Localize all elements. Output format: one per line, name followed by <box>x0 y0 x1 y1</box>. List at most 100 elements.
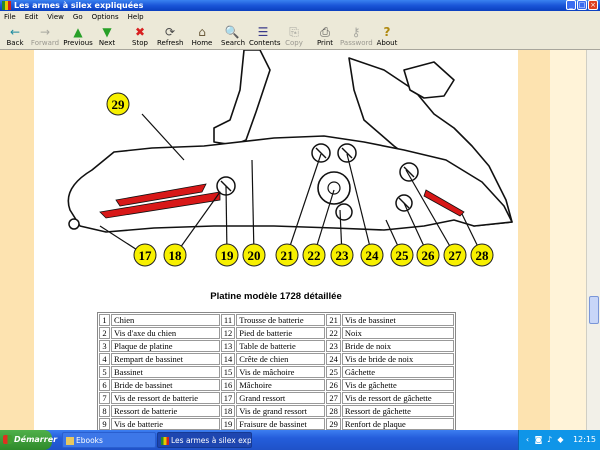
table-row: 6 Bride de bassinet 16 Mâchoire 26 Vis de gâc… <box>99 379 454 391</box>
part-number: 28 <box>326 405 341 417</box>
part-name: Bassinet <box>111 366 220 378</box>
page-margin-right-outer <box>550 50 586 430</box>
callout-27: 27 <box>443 243 467 267</box>
taskbar: Démarrer Ebooks Les armes à silex expl..… <box>0 430 600 450</box>
flintlock-diagram: 29 17 18 19 20 21 22 23 24 25 26 27 28 <box>67 50 513 267</box>
contents-button[interactable]: ☰ Contents <box>249 25 281 49</box>
part-name: Grand ressort <box>236 392 326 404</box>
tray-expand-icon[interactable]: ‹ <box>523 435 532 444</box>
callout-25: 25 <box>390 243 414 267</box>
copy-button[interactable]: ⎘ Copy <box>284 25 304 49</box>
menu-edit[interactable]: Edit <box>21 11 44 23</box>
toolbar: ← Back → Forward ▲ Previous ▼ Next ✖ Sto… <box>0 23 600 50</box>
part-number: 13 <box>220 340 236 352</box>
part-number: 5 <box>99 366 110 378</box>
stop-icon: ✖ <box>134 25 146 39</box>
part-number: 16 <box>220 379 236 391</box>
svg-text:26: 26 <box>422 248 436 263</box>
svg-text:17: 17 <box>139 248 153 263</box>
refresh-icon: ⟳ <box>164 25 176 39</box>
part-name: Vis d'axe du chien <box>111 327 220 339</box>
part-number: 24 <box>326 353 341 365</box>
previous-button[interactable]: ▲ Previous <box>63 25 93 49</box>
home-button[interactable]: ⌂ Home <box>191 25 213 49</box>
svg-text:18: 18 <box>169 248 183 263</box>
svg-text:25: 25 <box>396 248 410 263</box>
start-button[interactable]: Démarrer <box>0 430 57 450</box>
contents-icon: ☰ <box>257 25 269 39</box>
network-icon[interactable]: ◙ <box>534 435 543 444</box>
page-margin-right <box>518 50 550 430</box>
title-bar: Les armes à silex expliquées _ □ × <box>0 0 600 11</box>
forward-arrow-icon: → <box>39 25 51 39</box>
part-name: Trousse de batterie <box>236 314 326 326</box>
forward-button[interactable]: → Forward <box>30 25 60 49</box>
part-name: Gâchette <box>341 366 454 378</box>
part-number: 6 <box>99 379 110 391</box>
scrollbar-thumb[interactable] <box>589 296 599 324</box>
security-icon[interactable]: ◆ <box>556 435 565 444</box>
part-number: 19 <box>220 418 236 430</box>
part-name: Vis de gâchette <box>341 379 454 391</box>
part-number: 26 <box>326 379 341 391</box>
callout-29: 29 <box>106 92 130 116</box>
part-name: Mâchoire <box>236 379 326 391</box>
callout-17: 17 <box>133 243 157 267</box>
part-number: 4 <box>99 353 110 365</box>
part-name: Noix <box>341 327 454 339</box>
menu-options[interactable]: Options <box>88 11 124 23</box>
callout-18: 18 <box>163 243 187 267</box>
part-name: Ressort de batterie <box>111 405 220 417</box>
svg-text:27: 27 <box>449 248 463 263</box>
svg-text:19: 19 <box>221 248 235 263</box>
part-number: 29 <box>326 418 341 430</box>
search-button[interactable]: 🔍 Search <box>221 25 245 49</box>
part-name: Vis de grand ressort <box>236 405 326 417</box>
up-arrow-icon: ▲ <box>73 25 83 39</box>
stop-button[interactable]: ✖ Stop <box>129 25 151 49</box>
volume-icon[interactable]: ♪ <box>545 435 554 444</box>
callout-22: 22 <box>302 243 326 267</box>
part-name: Ressort de gâchette <box>341 405 454 417</box>
part-number: 18 <box>220 405 236 417</box>
table-row: 8 Ressort de batterie 18 Vis de grand resso… <box>99 405 454 417</box>
next-button[interactable]: ▼ Next <box>96 25 118 49</box>
print-button[interactable]: ⎙ Print <box>315 25 335 49</box>
menu-help[interactable]: Help <box>124 11 149 23</box>
part-name: Crête de chien <box>236 353 326 365</box>
diagram-caption: Platine modèle 1728 détaillée <box>210 291 342 302</box>
part-number: 2 <box>99 327 110 339</box>
menu-go[interactable]: Go <box>69 11 88 23</box>
svg-text:24: 24 <box>366 248 380 263</box>
vertical-scrollbar[interactable] <box>586 50 600 430</box>
app-icon <box>161 437 169 445</box>
part-number: 21 <box>326 314 341 326</box>
task-active-window[interactable]: Les armes à silex expl... <box>157 432 252 448</box>
part-name: Rempart de bassinet <box>111 353 220 365</box>
password-button[interactable]: ⚷ Password <box>340 25 373 49</box>
task-ebooks[interactable]: Ebooks <box>62 432 156 448</box>
callout-19: 19 <box>215 243 239 267</box>
table-row: 9 Vis de batterie 19 Fraisure de bassinet 29… <box>99 418 454 430</box>
menu-view[interactable]: View <box>43 11 69 23</box>
part-number: 12 <box>220 327 236 339</box>
about-button[interactable]: ? About <box>376 25 398 49</box>
callout-28: 28 <box>470 243 494 267</box>
part-number: 15 <box>220 366 236 378</box>
part-number: 11 <box>220 314 236 326</box>
part-number: 3 <box>99 340 110 352</box>
windows-logo-icon <box>3 435 12 444</box>
part-number: 17 <box>220 392 236 404</box>
part-name: Fraisure de bassinet <box>236 418 326 430</box>
refresh-button[interactable]: ⟳ Refresh <box>157 25 183 49</box>
maximize-button[interactable]: □ <box>577 0 587 10</box>
menu-file[interactable]: File <box>0 11 21 23</box>
close-button[interactable]: × <box>588 0 598 10</box>
minimize-button[interactable]: _ <box>566 0 576 10</box>
part-name: Chien <box>111 314 220 326</box>
part-number: 9 <box>99 418 110 430</box>
home-icon: ⌂ <box>198 25 206 39</box>
back-button[interactable]: ← Back <box>3 25 27 49</box>
window-title: Les armes à silex expliquées <box>14 1 144 10</box>
table-row: 4 Rempart de bassinet 14 Crête de chien 24 Vi… <box>99 353 454 365</box>
